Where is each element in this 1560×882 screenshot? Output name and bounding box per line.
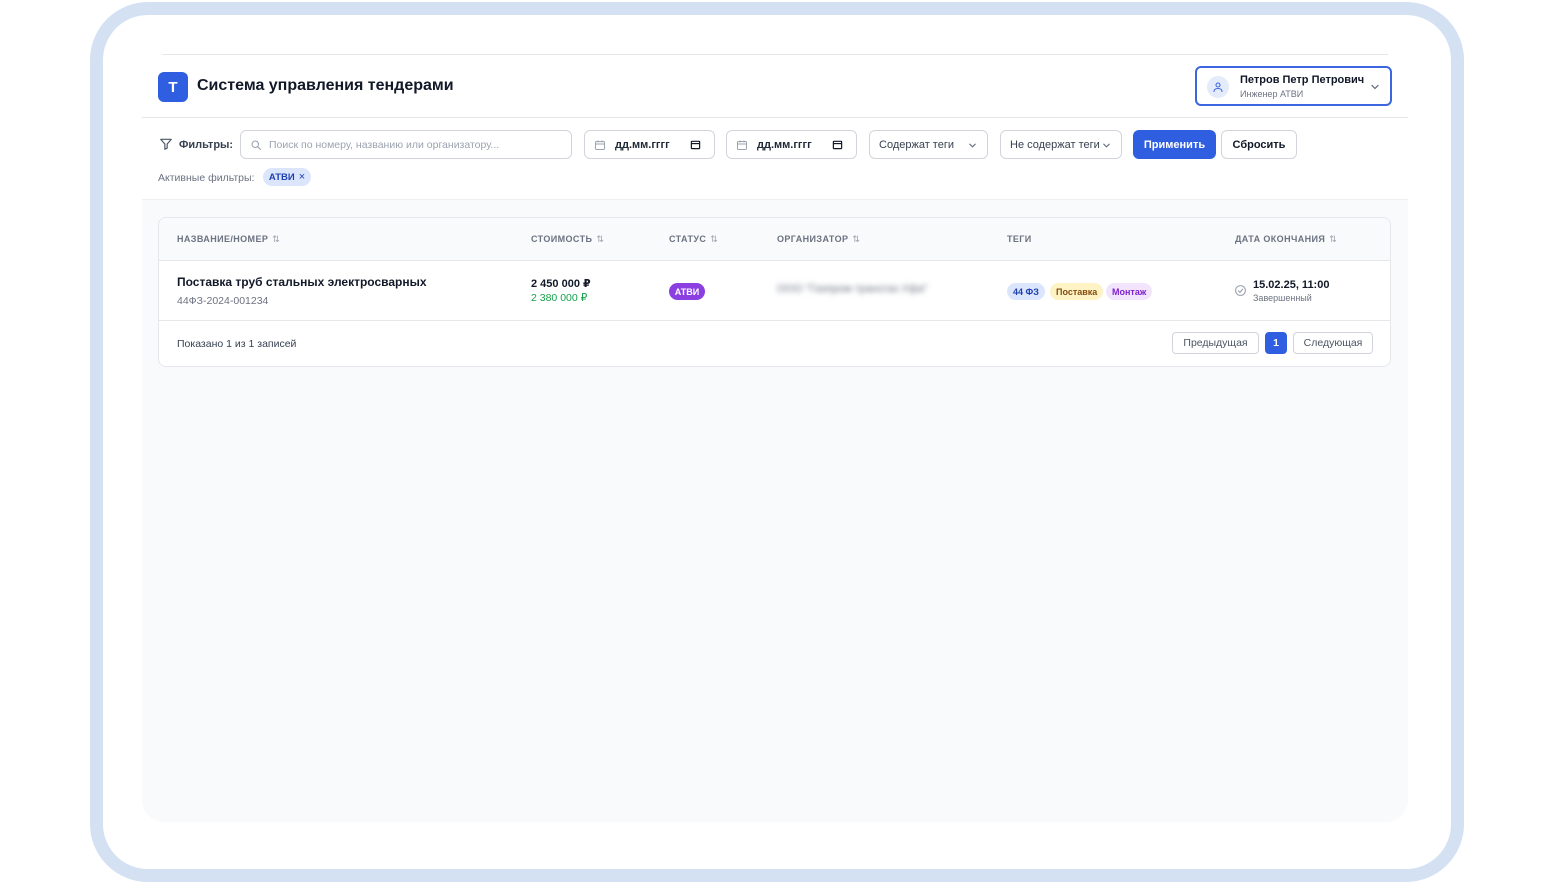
organizer-name: ООО "Газпром трансгаз Уфа" — [777, 283, 928, 295]
page-1-button[interactable]: 1 — [1265, 332, 1287, 354]
tags-exclude-label: Не содержат теги — [1010, 139, 1100, 151]
search-input[interactable] — [269, 135, 565, 155]
filter-icon — [160, 138, 172, 150]
reset-button[interactable]: Сбросить — [1221, 130, 1297, 159]
date-to-value: дд.мм.гггг — [757, 139, 812, 151]
column-header-tags: ТЕГИ — [1007, 234, 1032, 244]
column-header-end-date[interactable]: ДАТА ОКОНЧАНИЯ ⇅ — [1235, 234, 1337, 245]
date-to-input[interactable]: дд.мм.гггг — [726, 130, 857, 159]
header: Т Система управления тендерами Петров Пе… — [142, 54, 1408, 118]
completed-check-icon — [1235, 285, 1246, 296]
content-area: НАЗВАНИЕ/НОМЕР ⇅ СТОИМОСТЬ ⇅ СТАТУС ⇅ ОРГАН… — [142, 199, 1408, 822]
tag-badge: 44 ФЗ — [1007, 283, 1045, 300]
chevron-down-icon — [1103, 143, 1110, 148]
sort-icon[interactable]: ⇅ — [710, 234, 718, 244]
tender-price-offer: 2 380 000 ₽ — [531, 292, 588, 304]
user-icon — [1207, 76, 1229, 98]
calendar-picker-icon[interactable] — [832, 139, 843, 150]
chevron-down-icon — [1371, 84, 1379, 90]
tags-exclude-select[interactable]: Не содержат теги — [1000, 130, 1122, 159]
previous-page-button[interactable]: Предыдущая — [1172, 332, 1259, 354]
tag-badge: Поставка — [1050, 283, 1104, 300]
tender-number: 44ФЗ-2024-001234 — [177, 295, 269, 307]
chip-label: АТВИ — [268, 171, 295, 183]
table-row[interactable]: Поставка труб стальных электросварных 44… — [159, 261, 1390, 321]
end-status: Завершенный — [1253, 293, 1312, 303]
calendar-icon — [737, 140, 747, 150]
tag-badge: Монтаж — [1106, 283, 1153, 300]
status-badge: АТВИ — [669, 283, 705, 300]
user-name: Петров Петр Петрович — [1240, 74, 1365, 86]
chevron-down-icon — [969, 143, 976, 148]
column-header-organizer[interactable]: ОРГАНИЗАТОР ⇅ — [777, 234, 860, 245]
date-from-value: дд.мм.гггг — [615, 139, 670, 151]
filters-label: Фильтры: — [179, 139, 234, 151]
column-header-name[interactable]: НАЗВАНИЕ/НОМЕР ⇅ — [177, 234, 280, 245]
sort-icon[interactable]: ⇅ — [852, 234, 860, 244]
app-window: Т Система управления тендерами Петров Пе… — [142, 54, 1408, 822]
search-field[interactable] — [240, 130, 572, 159]
tender-title[interactable]: Поставка труб стальных электросварных — [177, 275, 427, 289]
tender-price: 2 450 000 ₽ — [531, 278, 591, 290]
sort-icon[interactable]: ⇅ — [272, 234, 280, 244]
app-logo[interactable]: Т — [158, 72, 188, 102]
column-header-status[interactable]: СТАТУС ⇅ — [669, 234, 718, 245]
calendar-picker-icon[interactable] — [690, 139, 701, 150]
table-header: НАЗВАНИЕ/НОМЕР ⇅ СТОИМОСТЬ ⇅ СТАТУС ⇅ ОРГАН… — [159, 218, 1390, 261]
next-page-button[interactable]: Следующая — [1293, 332, 1373, 354]
search-icon — [251, 140, 262, 151]
tags-include-label: Содержат теги — [879, 139, 954, 151]
remove-chip-icon[interactable]: × — [299, 171, 305, 183]
active-filters-label: Активные фильтры: — [158, 172, 255, 184]
tags-include-select[interactable]: Содержат теги — [869, 130, 988, 159]
apply-button[interactable]: Применить — [1133, 130, 1216, 159]
app-title: Система управления тендерами — [197, 77, 454, 94]
end-date: 15.02.25, 11:00 — [1253, 279, 1330, 291]
active-filter-chip: АТВИ × — [263, 168, 311, 186]
records-summary: Показано 1 из 1 записей — [177, 338, 297, 350]
filters-bar: Фильтры: дд.мм.гггг дд.мм.гггг — [142, 119, 1408, 199]
column-header-cost[interactable]: СТОИМОСТЬ ⇅ — [531, 234, 604, 245]
user-role: Инженер АТВИ — [1240, 89, 1304, 99]
calendar-icon — [595, 140, 605, 150]
tenders-table: НАЗВАНИЕ/НОМЕР ⇅ СТОИМОСТЬ ⇅ СТАТУС ⇅ ОРГАН… — [158, 217, 1391, 367]
sort-icon[interactable]: ⇅ — [1329, 234, 1337, 244]
user-menu-button[interactable]: Петров Петр Петрович Инженер АТВИ — [1195, 66, 1392, 106]
date-from-input[interactable]: дд.мм.гггг — [584, 130, 715, 159]
sort-icon[interactable]: ⇅ — [596, 234, 604, 244]
